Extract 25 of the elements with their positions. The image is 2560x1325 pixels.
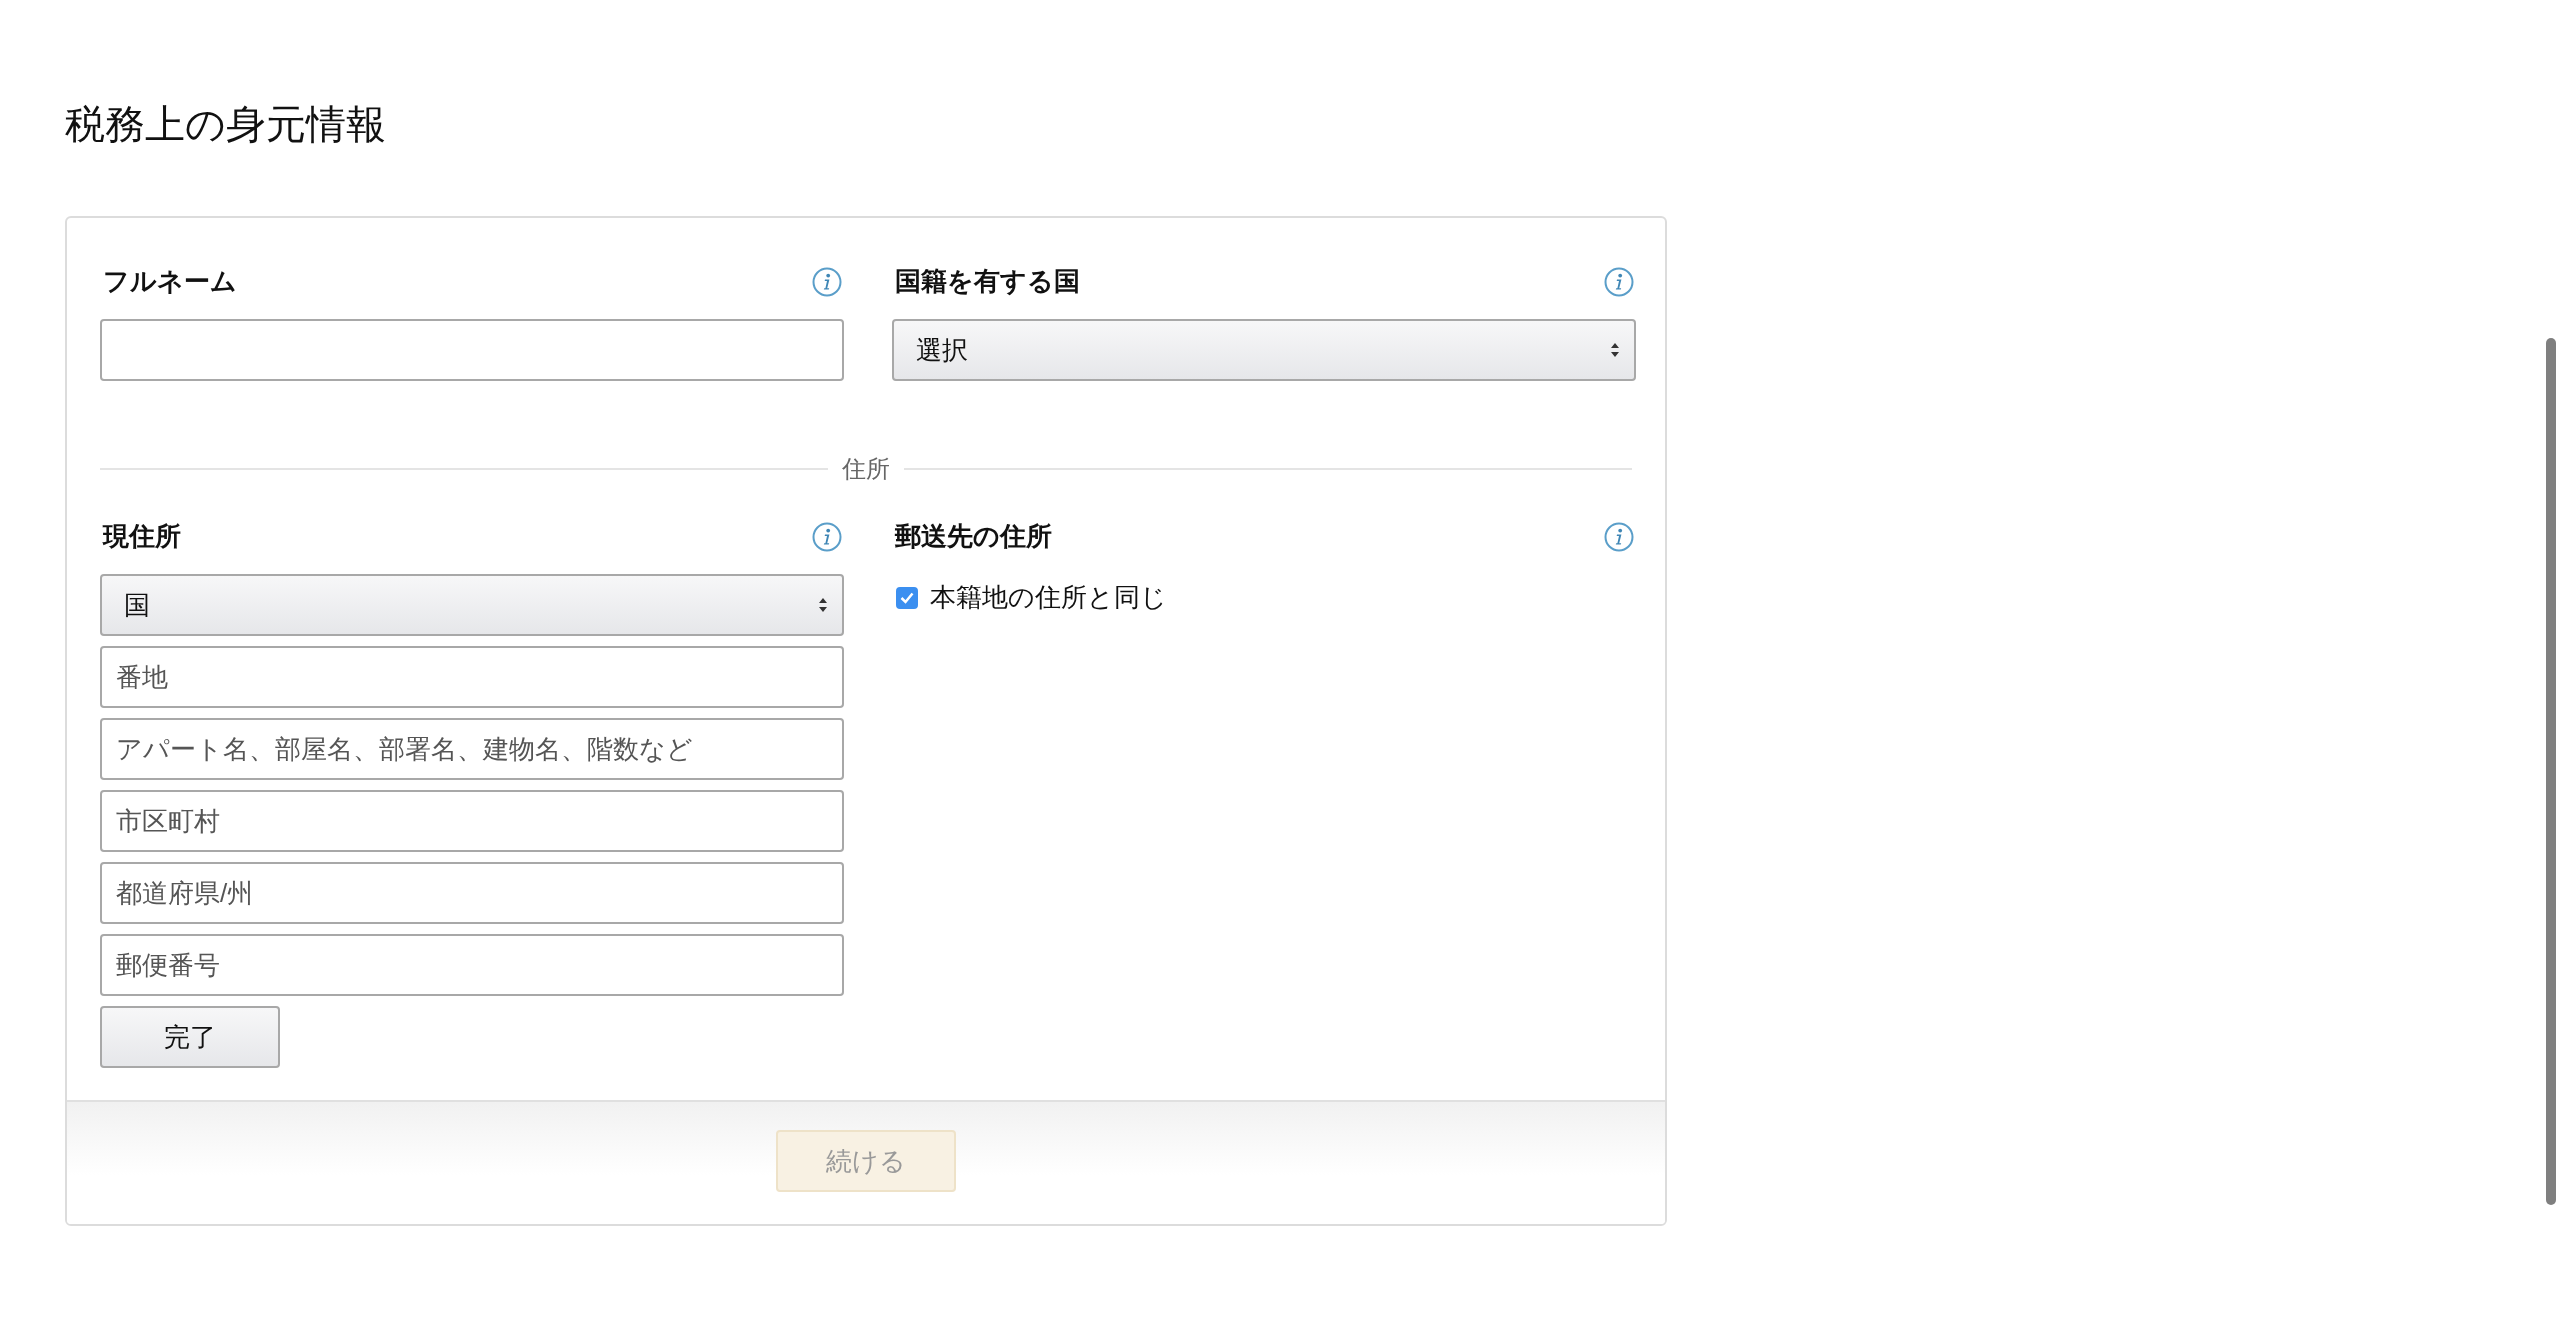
checkbox[interactable] bbox=[896, 586, 918, 609]
scrollbar-thumb[interactable] bbox=[2546, 338, 2556, 1205]
field-label: 国籍を有する国 bbox=[895, 265, 1080, 298]
input-field[interactable] bbox=[100, 319, 844, 381]
field-label: フルネーム bbox=[103, 265, 237, 298]
input-field[interactable]: 番地 bbox=[100, 646, 844, 708]
section-heading: 住所 bbox=[842, 454, 890, 484]
page-title: 税務上の身元情報 bbox=[65, 101, 387, 148]
input-field[interactable]: アパート名、部屋名、部署名、建物名、階数など bbox=[100, 718, 844, 780]
checkbox-label: 本籍地の住所と同じ bbox=[930, 581, 1167, 614]
up-down-arrows-icon bbox=[818, 597, 828, 613]
info-icon[interactable] bbox=[812, 266, 842, 297]
field-label: 現住所 bbox=[103, 520, 181, 553]
done-button[interactable]: 完了 bbox=[100, 1006, 280, 1068]
info-icon[interactable] bbox=[812, 521, 842, 552]
checkmark-icon bbox=[900, 591, 914, 604]
info-icon[interactable] bbox=[1604, 521, 1634, 552]
input-field[interactable]: 市区町村 bbox=[100, 790, 844, 852]
dropdown[interactable]: 国 bbox=[100, 574, 844, 636]
info-icon[interactable] bbox=[1604, 266, 1634, 297]
input-field[interactable]: 郵便番号 bbox=[100, 934, 844, 996]
field-label: 郵送先の住所 bbox=[895, 520, 1052, 553]
up-down-arrows-icon bbox=[1610, 342, 1620, 358]
dropdown[interactable]: 選択 bbox=[892, 319, 1636, 381]
input-field[interactable]: 都道府県/州 bbox=[100, 862, 844, 924]
